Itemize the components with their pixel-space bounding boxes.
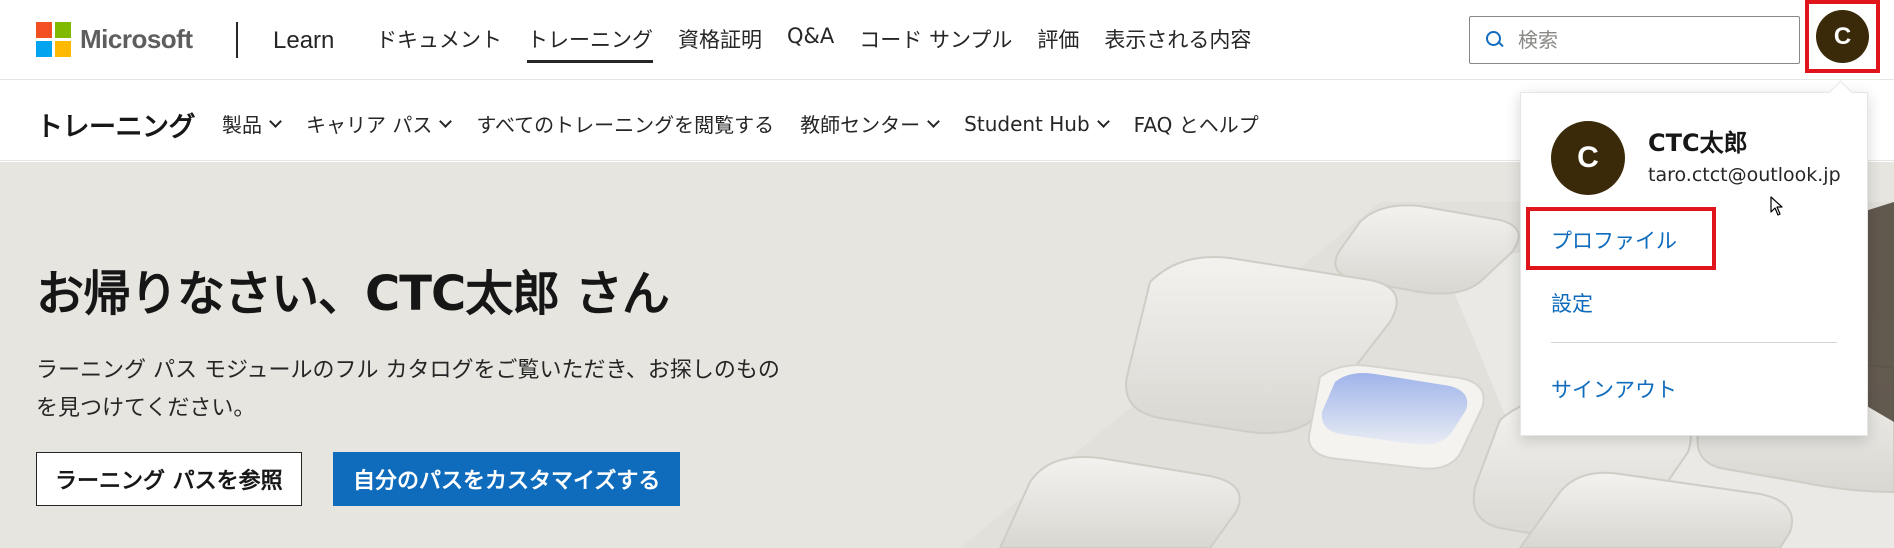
menu-settings-link[interactable]: 設定 <box>1551 288 1593 318</box>
learn-home-link[interactable]: Learn <box>273 27 334 55</box>
menu-user-name: CTC太郎 <box>1648 129 1748 157</box>
topnav-link-shows[interactable]: 表示される内容 <box>1104 24 1251 63</box>
subnav-item-label: すべてのトレーニングを閲覧する <box>476 113 775 137</box>
subnav-item-label: キャリア パス <box>306 113 433 137</box>
hero-description: ラーニング パス モジュールのフル カタログをご覧いただき、お探しのものを見つけ… <box>36 358 780 421</box>
subnav-item-faq[interactable]: FAQ とヘルプ <box>1134 109 1259 138</box>
topnav-link-qna[interactable]: Q&A <box>787 24 834 63</box>
subnav-item-label: Student Hub <box>964 111 1090 136</box>
subnav-item-browse-all[interactable]: すべてのトレーニングを閲覧する <box>476 109 774 138</box>
chevron-down-icon <box>1096 114 1110 128</box>
subnav-item-products[interactable]: 製品 <box>222 109 282 138</box>
subnav-item-label: 製品 <box>222 113 262 137</box>
menu-avatar: C <box>1551 121 1625 195</box>
logo-square-blue <box>36 41 52 57</box>
topnav-link-code-samples[interactable]: コード サンプル <box>859 24 1012 63</box>
subnav-item-label: FAQ とヘルプ <box>1133 113 1259 137</box>
topnav-link-training[interactable]: トレーニング <box>527 24 653 63</box>
menu-user-email: taro.ctct@outlook.jp <box>1648 164 1841 186</box>
subnav-item-label: 教師センター <box>800 113 921 137</box>
mouse-cursor-icon <box>1770 196 1783 216</box>
search-icon <box>1486 31 1504 49</box>
search-box[interactable] <box>1469 16 1800 64</box>
chevron-down-icon <box>439 114 453 128</box>
top-navigation: Microsoft Learn ドキュメント トレーニング 資格証明 Q&A コ… <box>0 0 1894 80</box>
menu-profile-link[interactable]: プロファイル <box>1551 225 1677 255</box>
search-input[interactable] <box>1518 28 1778 52</box>
subnav-item-career-paths[interactable]: キャリア パス <box>306 109 453 138</box>
hero-heading: お帰りなさい、CTC太郎 さん <box>36 266 670 322</box>
topnav-link-docs[interactable]: ドキュメント <box>376 24 502 63</box>
logo-square-green <box>55 22 71 38</box>
microsoft-wordmark[interactable]: Microsoft <box>80 24 193 55</box>
topnav-link-credentials[interactable]: 資格証明 <box>678 24 762 63</box>
brand-divider <box>236 22 238 58</box>
menu-divider <box>1551 342 1837 343</box>
logo-square-red <box>36 22 52 38</box>
chevron-down-icon <box>927 114 941 128</box>
subnav-links: 製品 キャリア パス すべてのトレーニングを閲覧する 教師センター Studen… <box>222 109 1285 138</box>
subnav-title[interactable]: トレーニング <box>36 105 196 144</box>
subnav-item-student-hub[interactable]: Student Hub <box>964 109 1110 138</box>
menu-signout-link[interactable]: サインアウト <box>1551 374 1677 404</box>
topnav-link-assessments[interactable]: 評価 <box>1037 24 1079 63</box>
browse-learning-paths-button[interactable]: ラーニング パスを参照 <box>36 452 302 506</box>
top-nav-links: ドキュメント トレーニング 資格証明 Q&A コード サンプル 評価 表示される… <box>376 24 1276 63</box>
profile-dropdown-menu: C CTC太郎 taro.ctct@outlook.jp プロファイル 設定 サ… <box>1520 92 1868 436</box>
customize-path-button[interactable]: 自分のパスをカスタマイズする <box>333 452 681 506</box>
subnav-item-educator-center[interactable]: 教師センター <box>800 109 941 138</box>
logo-square-yellow <box>55 41 71 57</box>
chevron-down-icon <box>269 114 282 128</box>
avatar-highlight-box: C <box>1805 0 1880 73</box>
profile-avatar-button[interactable]: C <box>1816 10 1869 63</box>
microsoft-logo-icon[interactable] <box>36 22 71 57</box>
